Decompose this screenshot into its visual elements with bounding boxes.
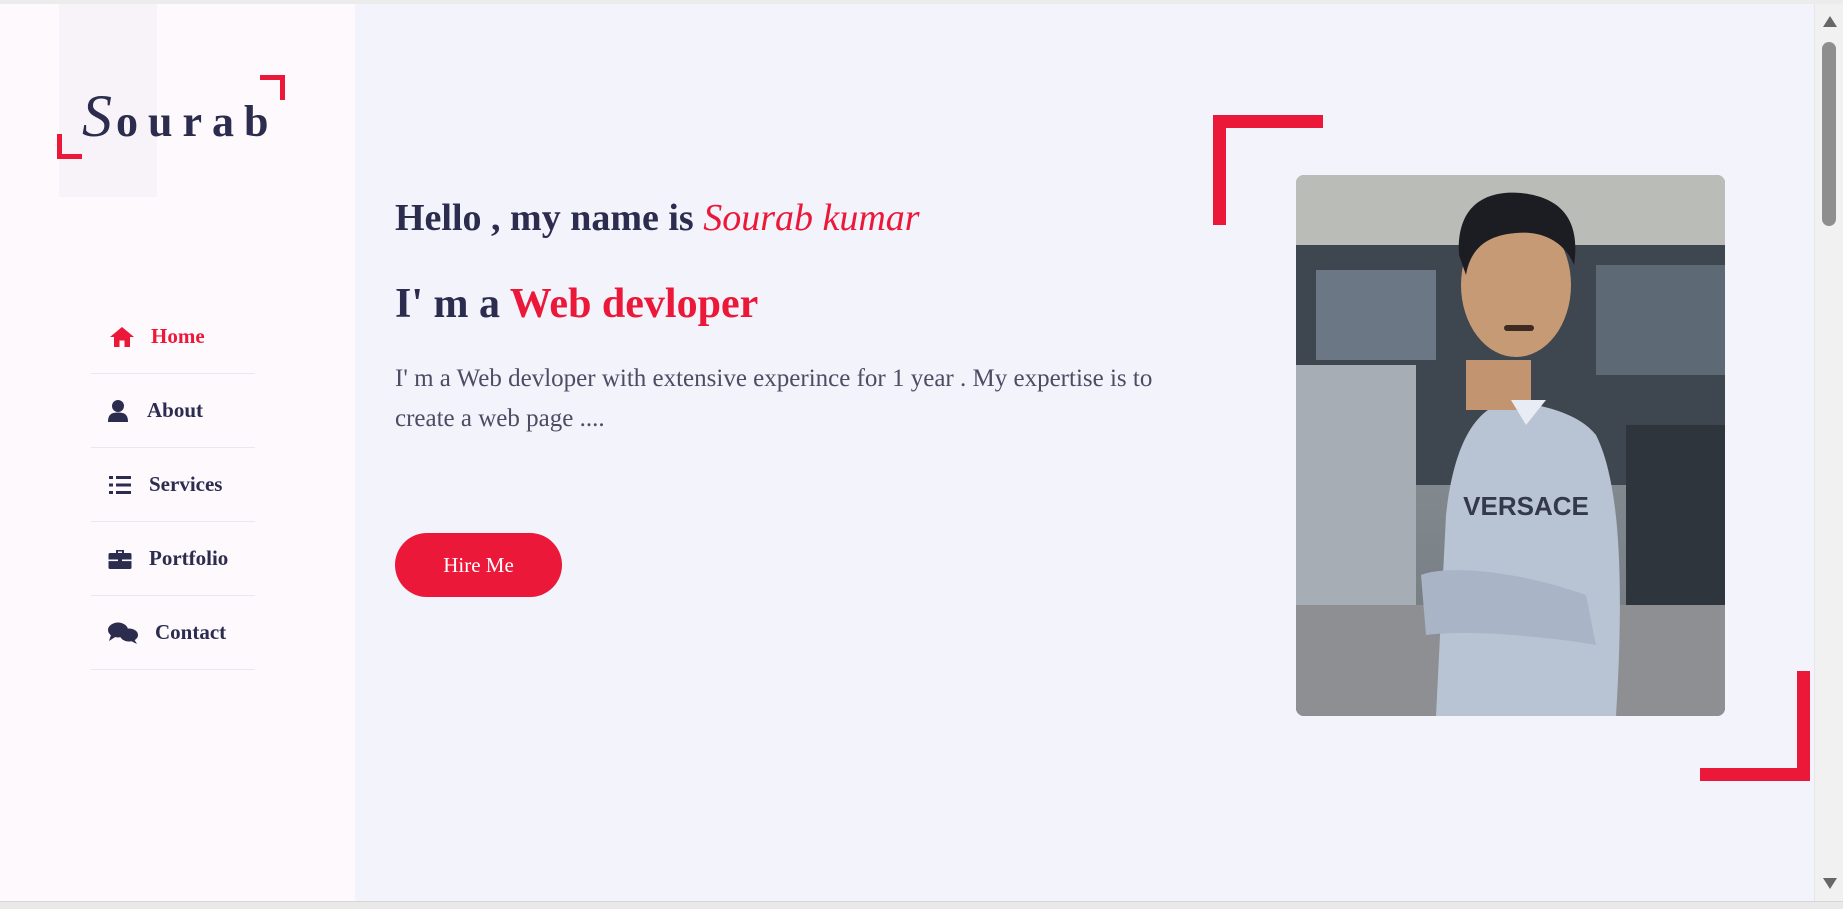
hire-me-button[interactable]: Hire Me <box>395 533 562 597</box>
logo-corner-bottom-left <box>57 134 82 159</box>
home-icon <box>109 324 135 350</box>
nav-label-contact: Contact <box>155 620 227 644</box>
nav-item-services[interactable]: Services <box>91 448 255 522</box>
logo-initial: S <box>82 83 116 149</box>
nav-item-contact[interactable]: Contact <box>91 596 255 670</box>
nav-item-portfolio[interactable]: Portfolio <box>91 522 255 596</box>
comments-icon <box>107 620 139 646</box>
hero-name: Sourab kumar <box>703 197 920 239</box>
nav-label-services: Services <box>149 472 223 496</box>
profile-photo: VERSACE <box>1296 175 1725 716</box>
svg-text:VERSACE: VERSACE <box>1463 491 1589 521</box>
vertical-scrollbar[interactable] <box>1814 4 1843 901</box>
list-icon <box>107 472 133 498</box>
nav-item-about[interactable]: About <box>91 374 255 448</box>
page: Sourab Home About Services Portfolio Con… <box>0 4 1814 901</box>
nav-label-portfolio: Portfolio <box>149 546 229 570</box>
scroll-down-arrow-icon[interactable] <box>1823 878 1837 889</box>
nav-label-about: About <box>147 398 204 422</box>
hero-description: I' m a Web devloper with extensive exper… <box>395 365 1153 432</box>
role-title: Web devloper <box>509 281 759 327</box>
logo-rest: ourab <box>116 97 279 146</box>
hero-greeting: Hello , my name is Sourab kumar <box>395 196 920 240</box>
role-prefix: I' m a <box>395 281 510 327</box>
nav-label-home: Home <box>151 324 205 348</box>
sidebar-nav: Home About Services Portfolio Contact <box>91 300 255 670</box>
greeting-text: Hello , my name is <box>395 197 704 239</box>
user-icon <box>105 398 131 424</box>
scroll-up-arrow-icon[interactable] <box>1823 16 1837 27</box>
scrollbar-thumb[interactable] <box>1822 42 1836 226</box>
sidebar: Sourab Home About Services Portfolio Con… <box>0 4 355 901</box>
logo[interactable]: Sourab <box>82 82 278 151</box>
hero-role: I' m a Web devloper <box>395 280 758 328</box>
profile-photo-illustration: VERSACE <box>1296 175 1725 716</box>
nav-item-home[interactable]: Home <box>91 300 255 374</box>
briefcase-icon <box>107 546 133 572</box>
